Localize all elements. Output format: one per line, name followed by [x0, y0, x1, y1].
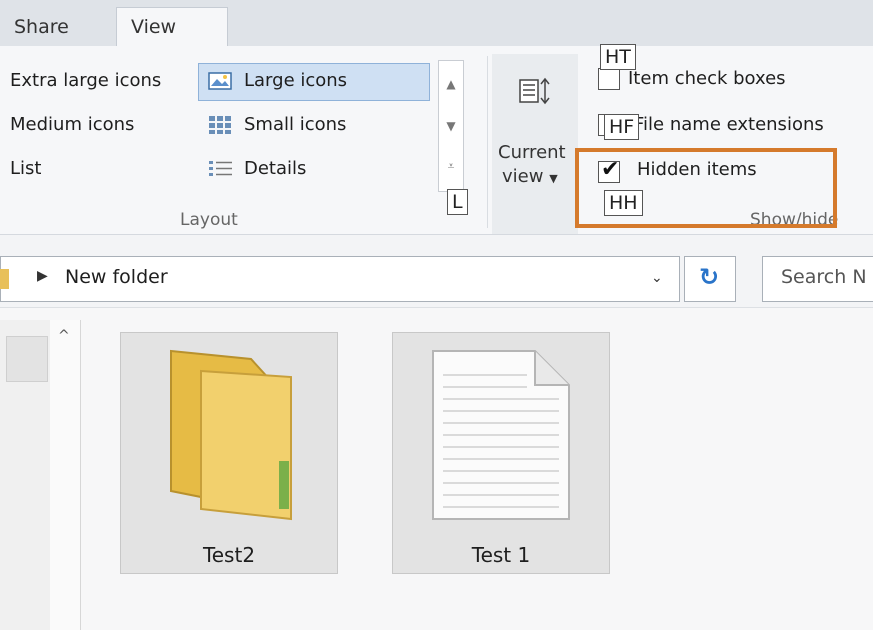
layout-option-label: Medium icons	[10, 114, 135, 135]
current-view-icon	[514, 72, 558, 112]
keytip-layout: L	[447, 189, 468, 215]
large-icons-icon	[208, 71, 234, 91]
refresh-button[interactable]: ↻	[684, 256, 736, 302]
file-name-extensions-label[interactable]: File name extensions	[634, 114, 824, 135]
navigation-scrollbar[interactable]: ^	[50, 320, 81, 630]
highlight-annotation	[575, 148, 837, 228]
layout-option-label: Small icons	[244, 114, 347, 135]
breadcrumb-folder[interactable]: New folder	[65, 266, 168, 288]
ribbon-tab-bar: Share View	[0, 0, 873, 47]
file-name: Test2	[202, 543, 256, 567]
layout-option-extra-large-icons[interactable]: Extra large icons	[10, 66, 161, 96]
refresh-icon: ↻	[699, 263, 720, 291]
scroll-down-icon[interactable]: ▼	[439, 111, 463, 141]
document-icon	[423, 345, 583, 525]
keytip-item-check-boxes: HT	[600, 44, 636, 70]
layout-option-medium-icons[interactable]: Medium icons	[10, 110, 134, 140]
layout-option-small-icons[interactable]: Small icons	[208, 110, 346, 140]
address-bar[interactable]: ▶ New folder ⌄	[0, 256, 680, 302]
address-history-dropdown-icon[interactable]: ⌄	[651, 270, 663, 286]
tab-share[interactable]: Share	[0, 8, 108, 46]
details-icon	[208, 159, 234, 179]
small-icons-icon	[208, 115, 234, 135]
file-item-document[interactable]: Test 1	[392, 332, 610, 574]
current-view-button[interactable]: Current view ▼	[492, 54, 578, 234]
layout-option-list[interactable]: List	[10, 154, 41, 184]
scroll-up-icon[interactable]: ▲	[439, 69, 463, 99]
file-item-folder[interactable]: Test2	[120, 332, 338, 574]
current-view-label-line2: view ▼	[502, 166, 558, 187]
keytip-file-name-extensions: HF	[604, 114, 640, 140]
search-input[interactable]: Search N	[762, 256, 873, 302]
navigation-pane[interactable]	[0, 320, 51, 630]
scroll-up-icon[interactable]: ^	[58, 328, 70, 344]
layout-option-label: List	[10, 158, 42, 179]
nav-pane-item[interactable]	[6, 336, 48, 382]
file-name: Test 1	[471, 543, 531, 567]
item-check-boxes-label[interactable]: Item check boxes	[628, 68, 786, 89]
layout-option-details[interactable]: Details	[208, 154, 306, 184]
folder-crumb-icon	[0, 269, 9, 289]
item-check-boxes-checkbox[interactable]	[598, 68, 620, 90]
layout-group-label: Layout	[180, 210, 238, 230]
tab-view[interactable]: View	[116, 7, 228, 47]
folder-icon	[141, 341, 321, 521]
layout-option-label: Large icons	[244, 70, 348, 91]
layout-option-label: Extra large icons	[10, 70, 162, 91]
ribbon-group-separator	[487, 56, 488, 228]
dropdown-arrow-icon: ▼	[549, 172, 558, 185]
layout-gallery-scrollbar[interactable]: ▲ ▼ ⩡	[438, 60, 464, 192]
search-placeholder: Search N	[781, 266, 867, 288]
layout-option-label: Details	[244, 158, 307, 179]
gallery-expand-icon[interactable]: ⩡	[439, 151, 463, 181]
layout-option-large-icons[interactable]: Large icons	[208, 66, 347, 96]
breadcrumb-arrow-icon[interactable]: ▶	[37, 268, 48, 284]
current-view-label-line1: Current	[498, 142, 566, 163]
